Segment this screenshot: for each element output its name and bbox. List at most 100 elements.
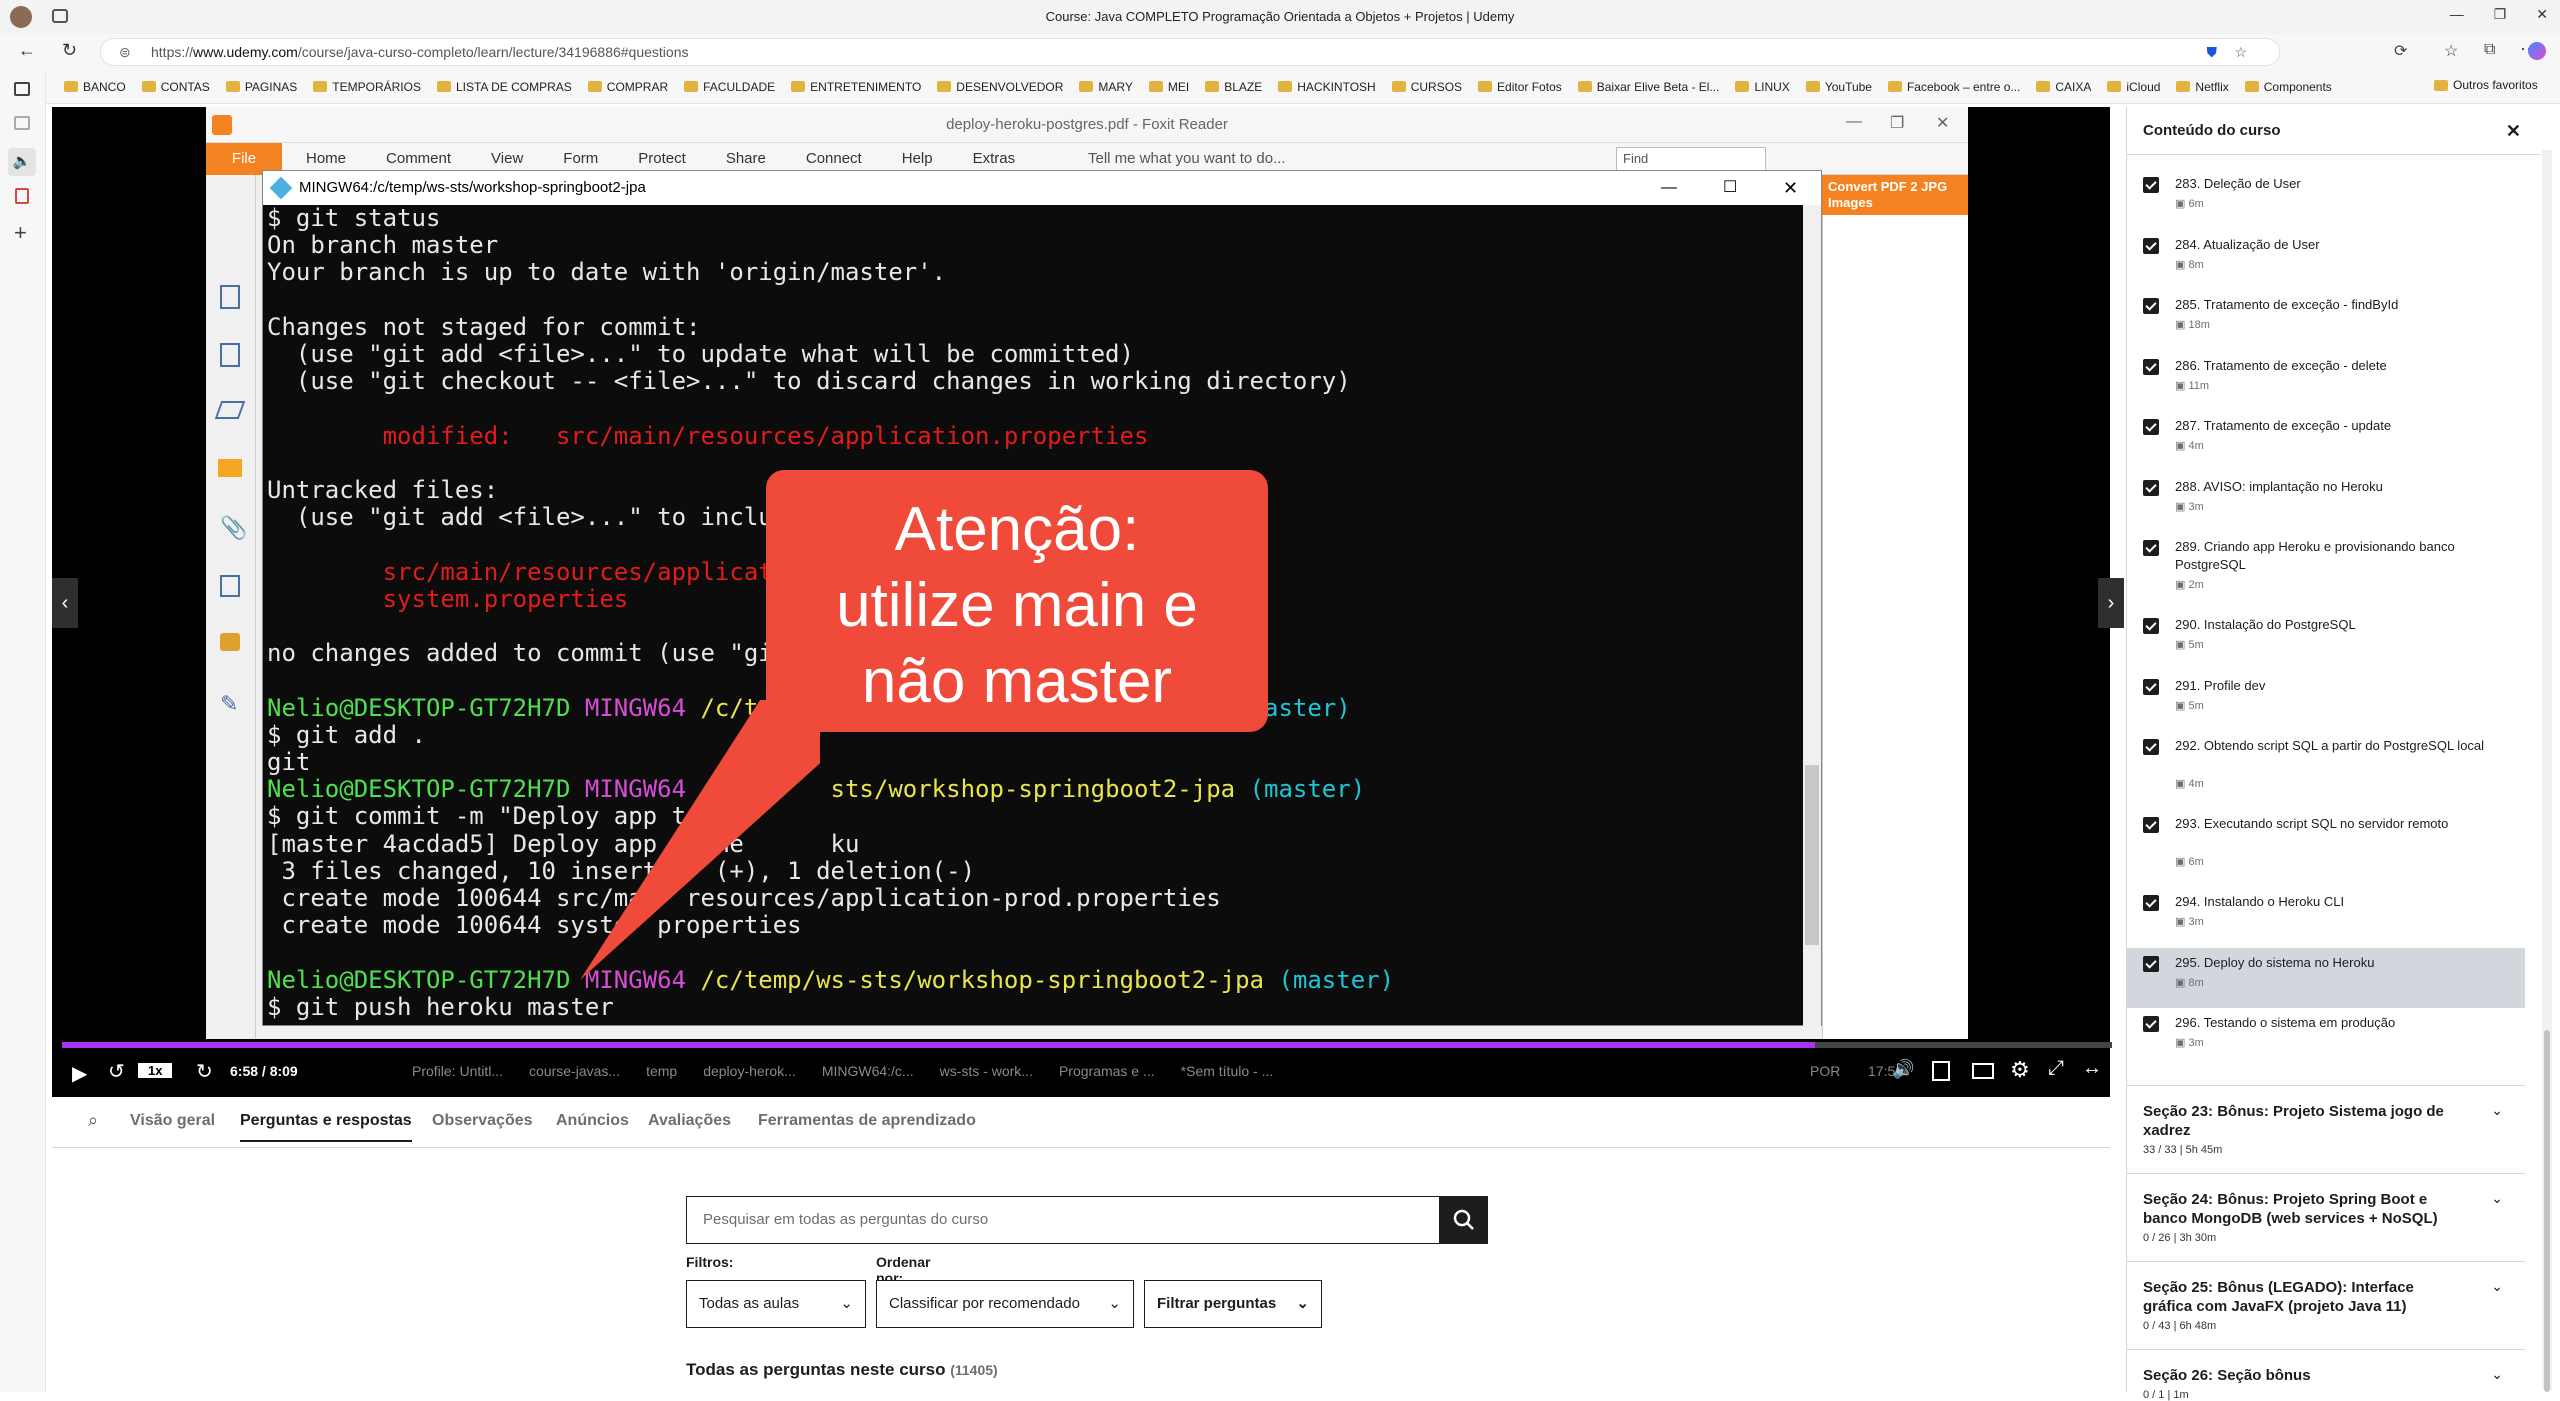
lecture-item[interactable]: 293. Executando script SQL no servidor r… [2127,809,2525,887]
volume-icon[interactable]: 🔊 [1892,1059,1914,1080]
foxit-menu-item[interactable]: Connect [806,150,862,167]
lecture-checkbox[interactable] [2143,298,2159,314]
tab-item[interactable]: Observações [432,1112,533,1130]
tab-item[interactable]: Ferramentas de aprendizado [758,1112,976,1130]
foxit-close-icon[interactable]: ✕ [1936,113,1949,133]
captions-icon[interactable] [1972,1063,1994,1079]
tab-item[interactable]: Anúncios [556,1112,629,1130]
bookmark-item[interactable]: LISTA DE COMPRAS [431,80,578,94]
lecture-item[interactable]: 288. AVISO: implantação no Heroku ▣ 3m [2127,472,2525,533]
bookmark-item[interactable]: Editor Fotos [1472,80,1568,94]
copilot-icon[interactable] [2528,42,2546,60]
bookmark-item[interactable]: BANCO [58,80,132,94]
maximize-icon[interactable]: ❐ [2494,6,2507,23]
lecture-item[interactable]: 295. Deploy do sistema no Heroku ▣ 8m [2127,947,2525,1008]
transcript-icon[interactable] [1932,1061,1950,1081]
bookmark-item[interactable]: MARY [1073,80,1138,94]
speaker-icon[interactable]: 🔈 [8,148,36,176]
history-icon[interactable] [14,116,30,130]
foxit-minimize-icon[interactable]: — [1846,113,1862,131]
bookmark-item[interactable]: Facebook – entre o... [1882,80,2026,94]
lecture-checkbox[interactable] [2143,358,2159,375]
minimize-icon[interactable]: — [2450,6,2464,23]
close-sidebar-icon[interactable]: ✕ [2506,107,2521,155]
lecture-item[interactable]: 290. Instalação do PostgreSQL ▣ 5m [2127,610,2525,671]
foxit-menu-item[interactable]: Comment [386,150,451,167]
order-select[interactable]: Classificar por recomendado ⌄ [876,1280,1134,1328]
lecture-checkbox[interactable] [2143,618,2159,634]
lecture-checkbox[interactable] [2143,237,2159,254]
close-icon[interactable]: ✕ [2536,6,2548,23]
progress-bar[interactable] [62,1042,2112,1048]
attachment-panel-icon[interactable]: 📎 [220,515,247,541]
foxit-menu-item[interactable]: Share [726,150,766,167]
bookmark-item[interactable]: Baixar Elive Beta - El... [1572,80,1726,94]
tab-item[interactable]: Visão geral [130,1112,215,1130]
foxit-menu-item[interactable]: Extras [973,150,1016,167]
lecture-item[interactable]: 292. Obtendo script SQL a partir do Post… [2127,731,2525,809]
favorites-icon[interactable]: ☆ [2444,41,2458,61]
pdf-icon[interactable] [15,188,29,204]
bookmark-item[interactable]: ENTRETENIMENTO [785,80,927,94]
bookmark-item[interactable]: HACKINTOSH [1272,80,1381,94]
signature-panel-icon[interactable] [220,575,240,597]
lecture-item[interactable]: 296. Testando o sistema em produção ▣ 3m [2127,1008,2525,1069]
lecture-checkbox[interactable] [2143,955,2159,972]
lecture-checkbox[interactable] [2143,817,2159,833]
foxit-menu-item[interactable]: Protect [638,150,686,167]
url-field[interactable]: ⊜ https://www.udemy.com/course/java-curs… [100,38,2280,66]
lecture-checkbox[interactable] [2143,895,2159,911]
bookmark-item[interactable]: iCloud [2101,80,2166,94]
convert-ad[interactable]: Convert PDF 2 JPG Images [1822,175,1968,215]
bookmark-item[interactable]: YouTube [1800,80,1878,94]
bookmark-item[interactable]: CAIXA [2030,80,2097,94]
term-maximize-icon[interactable]: ☐ [1723,171,1737,205]
star-icon[interactable]: ☆ [2234,39,2247,65]
refresh-extension-icon[interactable]: ⟳ [2394,41,2407,61]
forward-icon[interactable]: ↻ [196,1059,213,1084]
back-icon[interactable]: ← [18,40,36,61]
next-lecture-button[interactable]: › [2098,578,2124,628]
search-questions-input[interactable]: Pesquisar em todas as perguntas do curso [686,1196,1440,1244]
terminal-scrollbar[interactable] [1803,205,1821,1027]
foxit-menu-item[interactable]: View [491,150,523,167]
expand-icon[interactable]: ↔ [2082,1057,2102,1080]
tabs-icon[interactable] [14,82,30,96]
search-button[interactable] [1440,1196,1488,1244]
lock-panel-icon[interactable] [220,633,240,651]
shield-icon[interactable]: ⛊ [2207,39,2218,65]
other-favorites[interactable]: Outros favoritos [2434,78,2538,92]
section-item[interactable]: Seção 25: Bônus (LEGADO): Interface gráf… [2127,1260,2525,1332]
bookmark-item[interactable]: MEI [1143,80,1195,94]
foxit-menu-item[interactable]: Form [563,150,598,167]
lecture-item[interactable]: 289. Criando app Heroku e provisionando … [2127,532,2525,610]
pages-panel-icon[interactable] [220,343,240,367]
reload-icon[interactable]: ↻ [62,40,77,61]
lecture-checkbox[interactable] [2143,1016,2159,1032]
tab-item[interactable]: Avaliações [648,1112,731,1130]
lecture-checkbox[interactable] [2143,540,2159,556]
term-close-icon[interactable]: ✕ [1783,171,1798,205]
layers-panel-icon[interactable] [214,401,246,419]
bookmark-item[interactable]: Netflix [2170,80,2234,94]
comment-panel-icon[interactable] [218,459,242,477]
lecture-checkbox[interactable] [2143,177,2159,193]
rewind-icon[interactable]: ↺ [108,1059,125,1084]
lecture-item[interactable]: 287. Tratamento de exceção - update ▣ 4m [2127,411,2525,472]
settings-icon[interactable]: ⚙ [2010,1057,2030,1083]
section-item[interactable]: Seção 26: Seção bônus 0 / 1 | 1m ⌄ [2127,1348,2525,1401]
bookmark-item[interactable]: FACULDADE [678,80,781,94]
bookmark-item[interactable]: Components [2239,80,2338,94]
lecture-checkbox[interactable] [2143,479,2159,496]
bookmark-item[interactable]: PAGINAS [220,80,303,94]
speed-button[interactable]: 1x [138,1063,173,1078]
lecture-checkbox[interactable] [2143,739,2159,755]
bookmark-item[interactable]: TEMPORÁRIOS [307,80,427,94]
foxit-menu-item[interactable]: Help [902,150,933,167]
foxit-menu-item[interactable]: Home [306,150,346,167]
filter-select[interactable]: Todas as aulas ⌄ [686,1280,866,1328]
filter-questions-button[interactable]: Filtrar perguntas ⌄ [1144,1280,1322,1328]
term-minimize-icon[interactable]: — [1661,171,1677,205]
lecture-item[interactable]: 284. Atualização de User ▣ 8m [2127,230,2525,291]
bookmark-item[interactable]: COMPRAR [582,80,674,94]
